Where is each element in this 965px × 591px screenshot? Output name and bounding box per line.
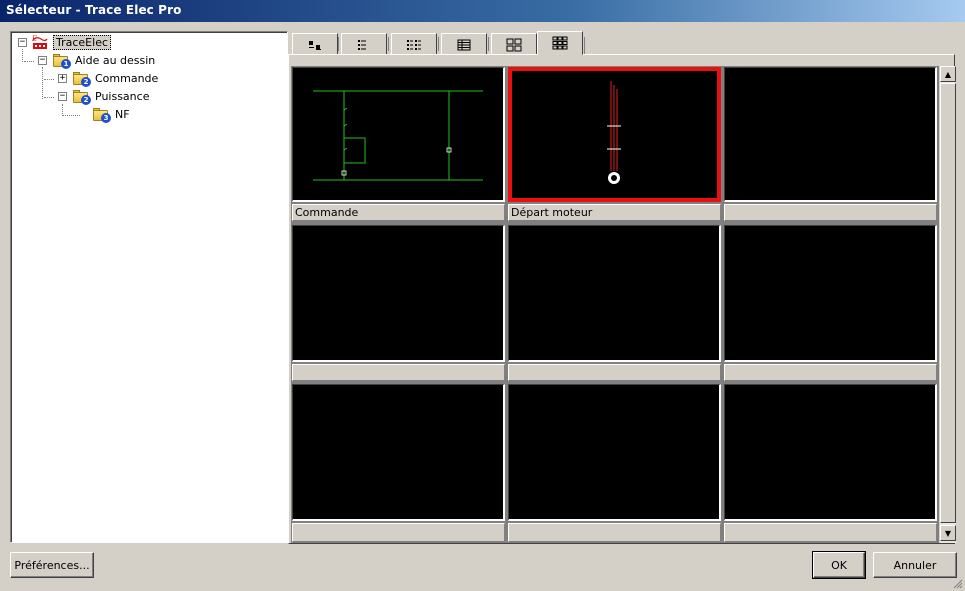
arrow-up-icon: ▲ bbox=[944, 69, 952, 79]
thumbnail-caption bbox=[724, 523, 937, 542]
tab-separator bbox=[488, 37, 489, 51]
preferences-button[interactable]: Préférences... bbox=[10, 552, 94, 578]
tree-item-label: TraceElec bbox=[53, 34, 112, 50]
thumbnail-caption: Commande bbox=[292, 204, 505, 221]
tree-item-aide-au-dessin[interactable]: 1 Aide au dessin bbox=[53, 52, 157, 69]
tree-item-label: NF bbox=[115, 107, 130, 121]
tree-expander-commande[interactable]: + bbox=[58, 74, 67, 83]
tree-item-nf[interactable]: 3 NF bbox=[93, 106, 132, 123]
scroll-thumb[interactable] bbox=[940, 83, 956, 523]
thumbnail-caption: Départ moteur bbox=[508, 204, 721, 221]
thumbnail-empty[interactable] bbox=[508, 225, 721, 362]
window-title: Sélecteur - Trace Elec Pro bbox=[0, 0, 965, 22]
ok-button[interactable]: OK bbox=[812, 551, 866, 579]
tree-view[interactable]: − E TraceElec − 1 Aide au dessin + 2 Com… bbox=[10, 31, 288, 543]
thumbnail-caption bbox=[508, 364, 721, 381]
view-tabs bbox=[288, 31, 955, 55]
tree-item-label: Puissance bbox=[95, 89, 150, 103]
tree-item-traceelec[interactable]: E TraceElec bbox=[31, 34, 112, 50]
tree-item-puissance[interactable]: 2 Puissance bbox=[73, 88, 151, 105]
tab-view-large-icons[interactable] bbox=[292, 33, 338, 55]
tree-connector bbox=[42, 67, 43, 99]
thumbnail-empty[interactable] bbox=[724, 225, 937, 362]
large-icons-icon bbox=[309, 40, 321, 50]
traceelec-logo-icon: E bbox=[31, 34, 49, 50]
thumbnail-caption bbox=[292, 523, 505, 542]
thumbnail-empty[interactable] bbox=[724, 384, 937, 521]
tab-separator bbox=[388, 37, 389, 51]
thumbnail-empty[interactable] bbox=[508, 384, 721, 521]
tab-separator bbox=[438, 37, 439, 51]
tab-view-thumbnails-4[interactable] bbox=[491, 33, 537, 55]
tree-item-label: Commande bbox=[95, 71, 159, 85]
thumbnail-grid: Commande Départ moteur bbox=[291, 66, 939, 543]
thumbnail-empty[interactable] bbox=[292, 225, 505, 362]
tab-view-details[interactable] bbox=[441, 33, 487, 55]
thumbnail-depart-moteur[interactable] bbox=[508, 67, 721, 202]
thumbnail-caption bbox=[292, 364, 505, 381]
scroll-up-button[interactable]: ▲ bbox=[940, 66, 956, 82]
scroll-down-button[interactable]: ▼ bbox=[940, 525, 956, 541]
folder-icon: 3 bbox=[93, 106, 111, 123]
tree-expander-puissance[interactable]: − bbox=[58, 92, 67, 101]
folder-icon: 1 bbox=[53, 52, 71, 69]
tree-connector bbox=[62, 115, 80, 116]
tab-view-list[interactable] bbox=[391, 33, 437, 55]
tree-expander-aide[interactable]: − bbox=[38, 56, 47, 65]
folder-icon: 2 bbox=[73, 88, 91, 105]
small-icons-icon bbox=[358, 39, 366, 50]
motor-feeder-preview bbox=[607, 81, 621, 184]
tab-separator bbox=[584, 37, 585, 55]
list-icon bbox=[407, 39, 421, 50]
thumbnail-caption bbox=[724, 364, 937, 381]
tree-connector bbox=[44, 97, 54, 98]
tree-expander-root[interactable]: − bbox=[18, 38, 27, 47]
resize-grip-icon[interactable] bbox=[951, 577, 963, 589]
tab-view-small-icons[interactable] bbox=[341, 33, 387, 55]
arrow-down-icon: ▼ bbox=[944, 528, 952, 538]
folder-icon: 2 bbox=[73, 70, 91, 87]
thumbnail-caption bbox=[724, 204, 937, 221]
tab-view-thumbnails-9[interactable] bbox=[537, 31, 583, 55]
tab-separator bbox=[338, 37, 339, 51]
grid-2x2-icon bbox=[506, 38, 522, 51]
cancel-button[interactable]: Annuler bbox=[873, 552, 957, 578]
tree-item-label: Aide au dessin bbox=[75, 53, 156, 67]
vertical-scrollbar[interactable]: ▲ ▼ bbox=[940, 66, 956, 543]
details-icon bbox=[457, 39, 471, 50]
tree-connector bbox=[24, 61, 34, 62]
control-schematic-preview bbox=[313, 90, 483, 181]
tree-connector bbox=[22, 49, 23, 62]
tree-connector bbox=[44, 79, 54, 80]
thumbnail-caption bbox=[508, 523, 721, 542]
thumbnail-commande[interactable] bbox=[292, 67, 505, 202]
tree-item-commande[interactable]: 2 Commande bbox=[73, 70, 160, 87]
grid-3x3-icon bbox=[552, 36, 568, 50]
thumbnail-empty[interactable] bbox=[724, 67, 937, 202]
thumbnail-empty[interactable] bbox=[292, 384, 505, 521]
